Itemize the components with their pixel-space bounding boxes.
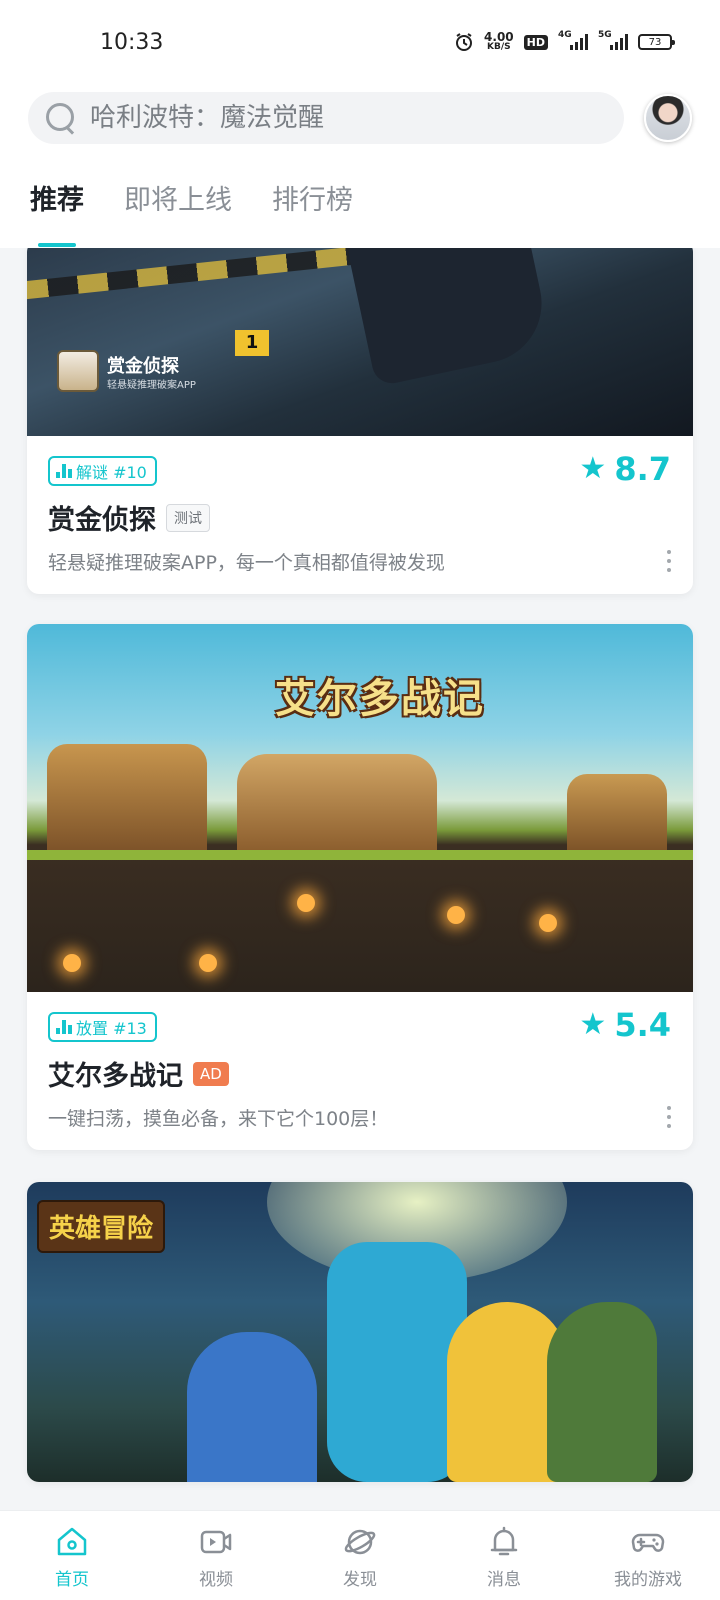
detective-figure [341, 248, 553, 387]
game-banner[interactable]: 艾尔多战记 [27, 624, 693, 992]
card-body: 解谜 #10 ★ 8.7 赏金侦探 测试 轻悬疑推理破案APP，每一个真相都值得… [27, 436, 693, 594]
nav-video[interactable]: 视频 [144, 1511, 288, 1600]
banner-title: 艾尔多战记 [275, 676, 485, 722]
nav-home-label: 首页 [55, 1570, 89, 1590]
discover-icon [341, 1523, 379, 1561]
status-time: 10:33 [100, 30, 164, 55]
rating-value: 8.7 [614, 450, 671, 488]
alarm-icon [456, 33, 473, 51]
game-title: 艾尔多战记 AD [48, 1054, 229, 1093]
lantern-glow [297, 894, 315, 912]
banner-subtitle: 轻悬疑推理破案APP [107, 380, 196, 391]
rating-value: 5.4 [614, 1006, 671, 1044]
tab-bar: 推荐 即将上线 排行榜 [30, 178, 353, 247]
hero-character [547, 1302, 657, 1482]
game-card[interactable]: 英雄冒险 [27, 1182, 693, 1482]
nav-messages[interactable]: 消息 [432, 1511, 576, 1600]
card-body: 放置 #13 ★ 5.4 艾尔多战记 AD 一键扫荡，摸鱼必备，来下它个100层… [27, 992, 693, 1150]
hero-character [187, 1332, 317, 1482]
category-tag-label: 解谜 #10 [76, 463, 147, 482]
game-name[interactable]: 艾尔多战记 [48, 1054, 183, 1093]
game-feed[interactable]: 1 赏金侦探 轻悬疑推理破案APP 解谜 #10 ★ 8.7 赏金侦探 测试 轻… [0, 248, 720, 1510]
lantern-glow [199, 954, 217, 972]
net-speed-value: 4.00 [484, 30, 514, 44]
town-building [567, 774, 667, 854]
lantern-glow [539, 914, 557, 932]
battery-level: 73 [648, 36, 662, 48]
banner-title: 赏金侦探 [107, 356, 179, 377]
video-icon [197, 1523, 235, 1561]
status-bar: 10:33 4.00 KB/S HD 4G 5G 73 [0, 0, 720, 90]
category-tag-label: 放置 #13 [76, 1019, 147, 1038]
category-tag[interactable]: 解谜 #10 [48, 456, 157, 486]
signal-5g-label: 5G [598, 30, 612, 40]
banner-title: 英雄冒险 [37, 1200, 166, 1253]
net-speed-unit: KB/S [487, 42, 511, 52]
game-card[interactable]: 1 赏金侦探 轻悬疑推理破案APP 解谜 #10 ★ 8.7 赏金侦探 测试 轻… [27, 248, 693, 594]
town-building [237, 754, 437, 854]
rating: ★ 8.7 [579, 450, 671, 488]
battery-icon: 73 [638, 34, 675, 50]
hd-icon: HD [523, 34, 548, 50]
category-tag[interactable]: 放置 #13 [48, 1012, 157, 1042]
search-icon [44, 101, 78, 135]
hero-character [327, 1242, 467, 1482]
search-bar[interactable] [28, 92, 624, 144]
tab-coming-soon[interactable]: 即将上线 [124, 178, 232, 217]
bottom-nav: 首页 视频 发现 消息 我的游戏 [0, 1510, 720, 1600]
lantern-glow [63, 954, 81, 972]
game-description: 一键扫荡，摸鱼必备，来下它个100层！ [48, 1108, 389, 1130]
gamepad-icon [629, 1523, 667, 1561]
nav-home[interactable]: 首页 [0, 1511, 144, 1600]
star-icon: ★ [579, 1007, 607, 1042]
evidence-marker: 1 [235, 330, 269, 356]
game-card[interactable]: 艾尔多战记 放置 #13 ★ 5.4 艾尔多战记 AD 一键扫荡，摸鱼必备，来下… [27, 624, 693, 1150]
lantern-glow [447, 906, 465, 924]
more-options-icon[interactable] [667, 1106, 673, 1128]
star-icon: ★ [579, 451, 607, 486]
game-name[interactable]: 赏金侦探 [48, 498, 156, 537]
nav-my-games[interactable]: 我的游戏 [576, 1511, 720, 1600]
search-input[interactable] [90, 103, 570, 133]
ad-badge: AD [193, 1061, 229, 1086]
grass-ground [27, 850, 693, 860]
nav-messages-label: 消息 [487, 1570, 521, 1590]
rank-icon [56, 1020, 72, 1034]
game-logo-icon [57, 350, 99, 392]
game-description: 轻悬疑推理破案APP，每一个真相都值得被发现 [48, 552, 445, 574]
rank-icon [56, 464, 72, 478]
town-building [47, 744, 207, 854]
nav-video-label: 视频 [199, 1570, 233, 1590]
nav-discover[interactable]: 发现 [288, 1511, 432, 1600]
net-speed: 4.00 KB/S [484, 30, 514, 52]
avatar[interactable] [644, 94, 692, 142]
status-icons: 4.00 KB/S HD 4G 5G 73 [454, 30, 675, 52]
signal-4g-icon: 4G [558, 30, 588, 50]
game-banner[interactable]: 英雄冒险 [27, 1182, 693, 1482]
game-title: 赏金侦探 测试 [48, 498, 210, 537]
home-icon [53, 1523, 91, 1561]
nav-my-games-label: 我的游戏 [614, 1570, 682, 1590]
test-badge: 测试 [166, 503, 210, 532]
nav-discover-label: 发现 [343, 1570, 377, 1590]
header: 推荐 即将上线 排行榜 [0, 90, 720, 248]
game-banner[interactable]: 1 赏金侦探 轻悬疑推理破案APP [27, 248, 693, 436]
rating: ★ 5.4 [579, 1006, 671, 1044]
more-options-icon[interactable] [667, 550, 673, 572]
signal-4g-label: 4G [558, 30, 572, 40]
tab-rankings[interactable]: 排行榜 [272, 178, 353, 217]
signal-5g-icon: 5G [598, 30, 628, 50]
tab-recommended[interactable]: 推荐 [30, 178, 84, 247]
bell-icon [485, 1523, 523, 1561]
